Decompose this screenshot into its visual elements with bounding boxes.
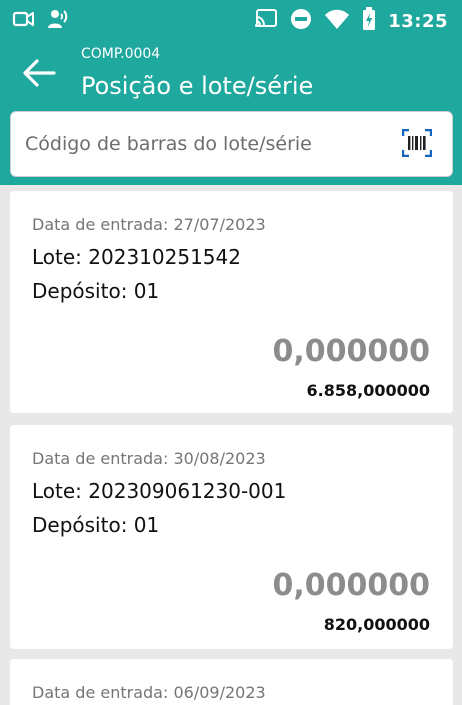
search-box [10, 111, 453, 177]
lot-quantity: 0,000000 [272, 568, 430, 603]
back-button[interactable] [22, 58, 56, 88]
lot-quantity: 0,000000 [272, 334, 430, 369]
page-subtitle: COMP.0004 [81, 46, 161, 62]
deposit: Depósito: 01 [32, 279, 160, 303]
page-title: Posição e lote/série [81, 72, 314, 100]
arrow-left-icon [23, 59, 56, 87]
lot-total: 6.858,000000 [306, 381, 430, 400]
top-bar: 13:25 COMP.0004 Posição e lote/série [0, 0, 462, 185]
lot-card[interactable]: Data de entrada: 06/09/2023 [10, 659, 453, 705]
lot-number: Lote: 202309061230-001 [32, 479, 287, 503]
deposit: Depósito: 01 [32, 513, 160, 537]
barcode-scan-button[interactable] [401, 128, 433, 158]
lot-barcode-input[interactable] [25, 112, 385, 176]
lot-card[interactable]: Data de entrada: 27/07/2023 Lote: 202310… [10, 191, 453, 413]
cast-icon [254, 8, 278, 34]
app-bar: COMP.0004 Posição e lote/série [0, 38, 462, 104]
camera-icon [12, 9, 36, 33]
status-time: 13:25 [388, 10, 448, 32]
entry-date: Data de entrada: 06/09/2023 [32, 683, 266, 702]
lot-total: 820,000000 [323, 615, 430, 634]
voice-icon [46, 8, 70, 34]
do-not-disturb-icon [290, 8, 312, 34]
barcode-scan-icon [401, 128, 433, 158]
status-bar: 13:25 [0, 0, 462, 38]
lot-card[interactable]: Data de entrada: 30/08/2023 Lote: 202309… [10, 425, 453, 649]
lot-list: Data de entrada: 27/07/2023 Lote: 202310… [0, 185, 462, 705]
entry-date: Data de entrada: 27/07/2023 [32, 215, 266, 234]
battery-icon [362, 7, 376, 35]
entry-date: Data de entrada: 30/08/2023 [32, 449, 266, 468]
lot-number: Lote: 202310251542 [32, 245, 241, 269]
wifi-icon [324, 8, 350, 34]
